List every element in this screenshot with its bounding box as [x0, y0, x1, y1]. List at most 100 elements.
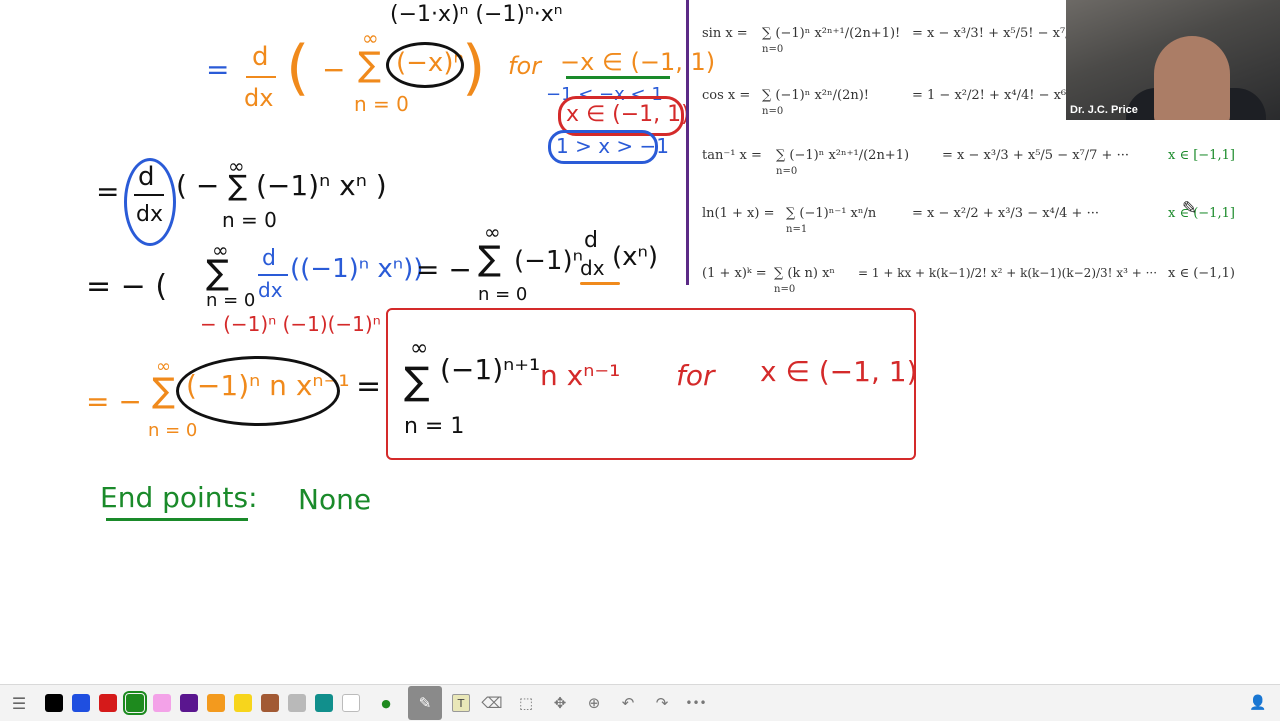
condition-neg-x: −x ∈ (−1, 1) — [560, 48, 716, 76]
fraction-bar — [246, 76, 276, 78]
color-swatch-blue[interactable] — [72, 694, 90, 712]
ref-limit-binomial: n=0 — [774, 284, 796, 295]
equals-sign: = — [206, 53, 230, 86]
sum-upper-limit: ∞ — [410, 336, 429, 361]
sigma-symbol: ∑ — [206, 253, 229, 293]
derivative-denominator: dx — [580, 256, 605, 280]
ref-limit-sin: n=0 — [762, 44, 784, 55]
drawing-toolbar: ☰ ● ✎ T ⌫ ⬚ ✥ ⊕ ↶ ↷ ••• 👤 — [0, 684, 1280, 721]
pen-cursor-icon: ✎ — [1182, 198, 1198, 219]
term-circle — [386, 42, 464, 88]
derivative-numerator: d — [252, 42, 269, 72]
equals-minus: = − — [86, 385, 142, 418]
user-icon[interactable]: 👤 — [1246, 691, 1270, 715]
term-circle — [176, 356, 340, 426]
condition-blue-circle — [548, 130, 658, 164]
ref-sum-binomial: ∑ (k n) xⁿ — [774, 266, 836, 281]
text-tool-icon[interactable]: T — [452, 694, 470, 712]
redo-icon[interactable]: ↷ — [650, 691, 674, 715]
ref-sum-cos: ∑ (−1)ⁿ x²ⁿ/(2n)! — [762, 88, 870, 103]
toolbar-grip-icon[interactable]: ☰ — [10, 694, 28, 713]
ref-sum-arctan: ∑ (−1)ⁿ x²ⁿ⁺¹/(2n+1) — [776, 148, 910, 163]
ref-lhs-cos: cos x = — [702, 88, 751, 103]
equals-sign: = — [356, 369, 382, 404]
inner-term: ((−1)ⁿ xⁿ)) — [290, 254, 424, 284]
derivative-denominator: dx — [258, 278, 283, 302]
minus-sign: − — [322, 53, 346, 86]
ref-lhs-binomial: (1 + x)ᵏ = — [702, 266, 767, 281]
x-power-arg: (xⁿ) — [612, 242, 659, 272]
open-paren: ( — [286, 33, 310, 103]
equals-minus-right: = − — [416, 253, 472, 286]
sum-lower-limit: n = 0 — [206, 290, 256, 311]
sigma-symbol: ∑ — [152, 371, 175, 411]
presenter-name: Dr. J.C. Price — [1070, 104, 1138, 116]
select-tool-icon[interactable]: ⬚ — [514, 691, 538, 715]
zoom-tool-icon[interactable]: ⊕ — [582, 691, 606, 715]
equals-sign: = — [96, 175, 120, 208]
sign-term: (−1)ⁿ⁺¹ — [440, 353, 541, 386]
ref-sum-ln: ∑ (−1)ⁿ⁻¹ xⁿ/n — [786, 206, 877, 221]
sum-lower-limit: n = 0 — [478, 284, 528, 305]
ref-sum-sin: ∑ (−1)ⁿ x²ⁿ⁺¹/(2n+1)! — [762, 26, 901, 41]
color-swatch-gray[interactable] — [288, 694, 306, 712]
derivative-numerator: d — [584, 228, 598, 253]
for-label: for — [676, 359, 715, 392]
color-swatch-black[interactable] — [45, 694, 63, 712]
fraction-bar — [258, 274, 288, 276]
color-swatch-pink[interactable] — [153, 694, 171, 712]
color-swatch-purple[interactable] — [180, 694, 198, 712]
derivative-circle — [124, 158, 176, 246]
pen-tool-icon[interactable]: ✎ — [408, 686, 442, 720]
move-tool-icon[interactable]: ✥ — [548, 691, 572, 715]
purple-divider-line — [686, 0, 689, 285]
sum-lower-limit: n = 1 — [404, 414, 465, 439]
derivative-denominator: dx — [244, 84, 274, 112]
n-x-term: n xⁿ⁻¹ — [540, 359, 621, 392]
ref-lhs-sin: sin x = — [702, 26, 748, 41]
close-paren: ) — [462, 33, 486, 103]
ref-interval-arctan: x ∈ [−1,1] — [1168, 148, 1235, 163]
color-swatch-brown[interactable] — [261, 694, 279, 712]
endpoints-underline — [106, 518, 248, 521]
eraser-tool-icon[interactable]: ⌫ — [480, 691, 504, 715]
more-options-icon[interactable]: ••• — [684, 691, 708, 715]
color-swatch-teal[interactable] — [315, 694, 333, 712]
sum-lower-limit: n = 0 — [222, 208, 277, 232]
whiteboard-canvas[interactable]: = d dx ( − ∞ ∑ n = 0 (−x)ⁿ ) (−1·x)ⁿ (−1… — [0, 0, 1280, 684]
ref-interval-binomial: x ∈ (−1,1) — [1168, 266, 1235, 281]
derivative-numerator: d — [262, 246, 276, 271]
negated-series: ( − ∑ (−1)ⁿ xⁿ ) — [176, 169, 387, 202]
answer-interval: x ∈ (−1, 1) — [760, 355, 918, 388]
derivative-underline — [580, 282, 620, 285]
ref-limit-ln: n=1 — [786, 224, 808, 235]
sum-lower-limit: n = 0 — [148, 420, 198, 441]
ref-rhs-ln: = x − x²/2 + x³/3 − x⁴/4 + ··· — [912, 206, 1099, 221]
endpoints-value: None — [298, 483, 372, 516]
presenter-avatar — [1154, 36, 1230, 120]
endpoints-label: End points: — [100, 481, 258, 514]
red-note: − (−1)ⁿ (−1)(−1)ⁿ — [200, 312, 381, 336]
sum-upper-limit: ∞ — [228, 154, 245, 178]
ref-lhs-arctan: tan⁻¹ x = — [702, 148, 762, 163]
color-swatch-orange[interactable] — [207, 694, 225, 712]
ref-rhs-binomial: = 1 + kx + k(k−1)/2! x² + k(k−1)(k−2)/3!… — [858, 266, 1158, 280]
sign-term: (−1)ⁿ — [514, 246, 583, 276]
sum-lower-limit: n = 0 — [354, 92, 409, 116]
equals-minus: = − ( — [86, 269, 168, 304]
color-swatch-red[interactable] — [99, 694, 117, 712]
for-label: for — [508, 52, 541, 80]
color-swatch-green[interactable] — [123, 691, 147, 715]
undo-icon[interactable]: ↶ — [616, 691, 640, 715]
color-swatch-yellow[interactable] — [234, 694, 252, 712]
color-swatch-white[interactable] — [342, 694, 360, 712]
sigma-symbol: ∑ — [358, 45, 381, 85]
pen-size-dot-icon[interactable]: ● — [374, 691, 398, 715]
ref-limit-arctan: n=0 — [776, 166, 798, 177]
webcam-overlay: Dr. J.C. Price — [1066, 0, 1280, 120]
sigma-symbol: ∑ — [478, 239, 501, 279]
ref-limit-cos: n=0 — [762, 106, 784, 117]
ref-rhs-arctan: = x − x³/3 + x⁵/5 − x⁷/7 + ··· — [942, 148, 1129, 163]
ref-lhs-ln: ln(1 + x) = — [702, 206, 775, 221]
condition-underline — [566, 76, 670, 79]
